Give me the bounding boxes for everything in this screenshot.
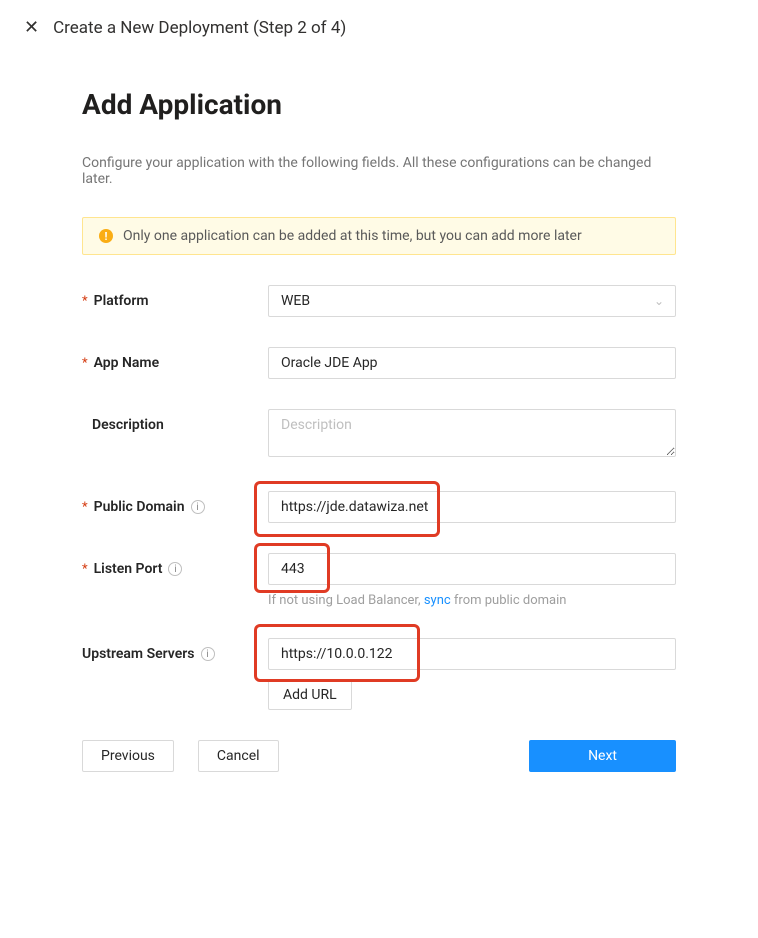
label-public-domain: Public Domain xyxy=(94,499,185,515)
sync-link[interactable]: sync xyxy=(424,593,451,608)
public-domain-input[interactable] xyxy=(268,491,676,523)
label-listen-port: Listen Port xyxy=(94,561,163,577)
label-description: Description xyxy=(82,417,164,433)
label-platform: Platform xyxy=(94,293,149,309)
upstream-input[interactable] xyxy=(268,638,676,670)
platform-select[interactable]: WEB xyxy=(268,285,676,317)
info-icon[interactable]: i xyxy=(201,647,215,661)
helper-prefix: If not using Load Balancer, xyxy=(268,593,424,608)
label-upstream: Upstream Servers xyxy=(82,646,195,662)
listen-port-input[interactable] xyxy=(268,553,676,585)
modal-title: Create a New Deployment (Step 2 of 4) xyxy=(53,18,346,38)
footer-actions: Previous Cancel Next xyxy=(82,740,676,772)
add-url-button[interactable]: Add URL xyxy=(268,680,352,710)
notice-text: Only one application can be added at thi… xyxy=(123,228,582,244)
helper-suffix: from public domain xyxy=(451,593,567,608)
row-upstream: Upstream Servers i Add URL xyxy=(82,638,676,710)
app-name-input[interactable] xyxy=(268,347,676,379)
page-title: Add Application xyxy=(82,88,676,121)
required-indicator: * xyxy=(82,562,88,577)
listen-port-helper: If not using Load Balancer, sync from pu… xyxy=(268,593,676,608)
description-textarea[interactable] xyxy=(268,409,676,457)
required-indicator: * xyxy=(82,356,88,371)
required-indicator: * xyxy=(82,500,88,515)
row-public-domain: * Public Domain i xyxy=(82,491,676,523)
row-listen-port: * Listen Port i If not using Load Balanc… xyxy=(82,553,676,608)
previous-button[interactable]: Previous xyxy=(82,740,174,772)
row-platform: * Platform WEB ⌄ xyxy=(82,285,676,317)
label-app-name: App Name xyxy=(94,355,160,371)
modal-header: ✕ Create a New Deployment (Step 2 of 4) xyxy=(0,0,758,48)
warning-icon: ! xyxy=(99,229,113,243)
row-app-name: * App Name xyxy=(82,347,676,379)
info-icon[interactable]: i xyxy=(191,500,205,514)
next-button[interactable]: Next xyxy=(529,740,676,772)
cancel-button[interactable]: Cancel xyxy=(198,740,279,772)
page-subtitle: Configure your application with the foll… xyxy=(82,155,676,187)
close-icon[interactable]: ✕ xyxy=(24,19,39,37)
info-notice: ! Only one application can be added at t… xyxy=(82,217,676,255)
info-icon[interactable]: i xyxy=(168,562,182,576)
row-description: Description xyxy=(82,409,676,461)
required-indicator: * xyxy=(82,294,88,309)
